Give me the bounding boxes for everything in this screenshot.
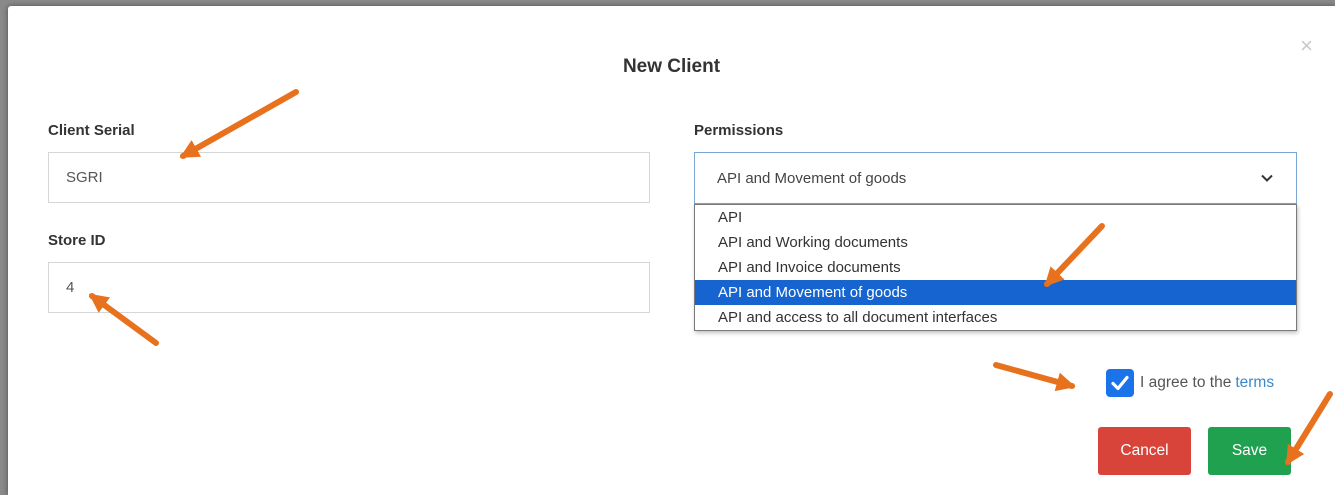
permissions-select[interactable]: API and Movement of goods: [694, 152, 1297, 204]
permissions-option-api[interactable]: API: [695, 205, 1296, 230]
permissions-option-movement-of-goods[interactable]: API and Movement of goods: [695, 280, 1296, 305]
terms-agreement: I agree to the terms: [1106, 369, 1274, 397]
agree-text: I agree to the: [1140, 374, 1232, 391]
cancel-button[interactable]: Cancel: [1098, 427, 1191, 475]
client-serial-input[interactable]: SGRI: [48, 152, 650, 203]
store-id-input[interactable]: 4: [48, 262, 650, 313]
permissions-option-all-document-interfaces[interactable]: API and access to all document interface…: [695, 305, 1296, 330]
new-client-modal: New Client × Client Serial SGRI Store ID…: [8, 6, 1335, 495]
checkmark-icon: [1111, 375, 1129, 391]
terms-link[interactable]: terms: [1235, 374, 1274, 392]
close-icon[interactable]: ×: [1300, 35, 1313, 57]
modal-title: New Client: [622, 56, 721, 77]
permissions-label: Permissions: [694, 122, 784, 139]
store-id-label: Store ID: [48, 232, 106, 249]
permissions-selected-value: API and Movement of goods: [717, 169, 907, 187]
save-button[interactable]: Save: [1208, 427, 1291, 475]
permissions-option-working-documents[interactable]: API and Working documents: [695, 230, 1296, 255]
client-serial-label: Client Serial: [48, 122, 135, 139]
chevron-down-icon: [1261, 174, 1273, 182]
agree-checkbox[interactable]: [1106, 369, 1134, 397]
permissions-option-invoice-documents[interactable]: API and Invoice documents: [695, 255, 1296, 280]
permissions-dropdown-list: API API and Working documents API and In…: [694, 204, 1297, 331]
